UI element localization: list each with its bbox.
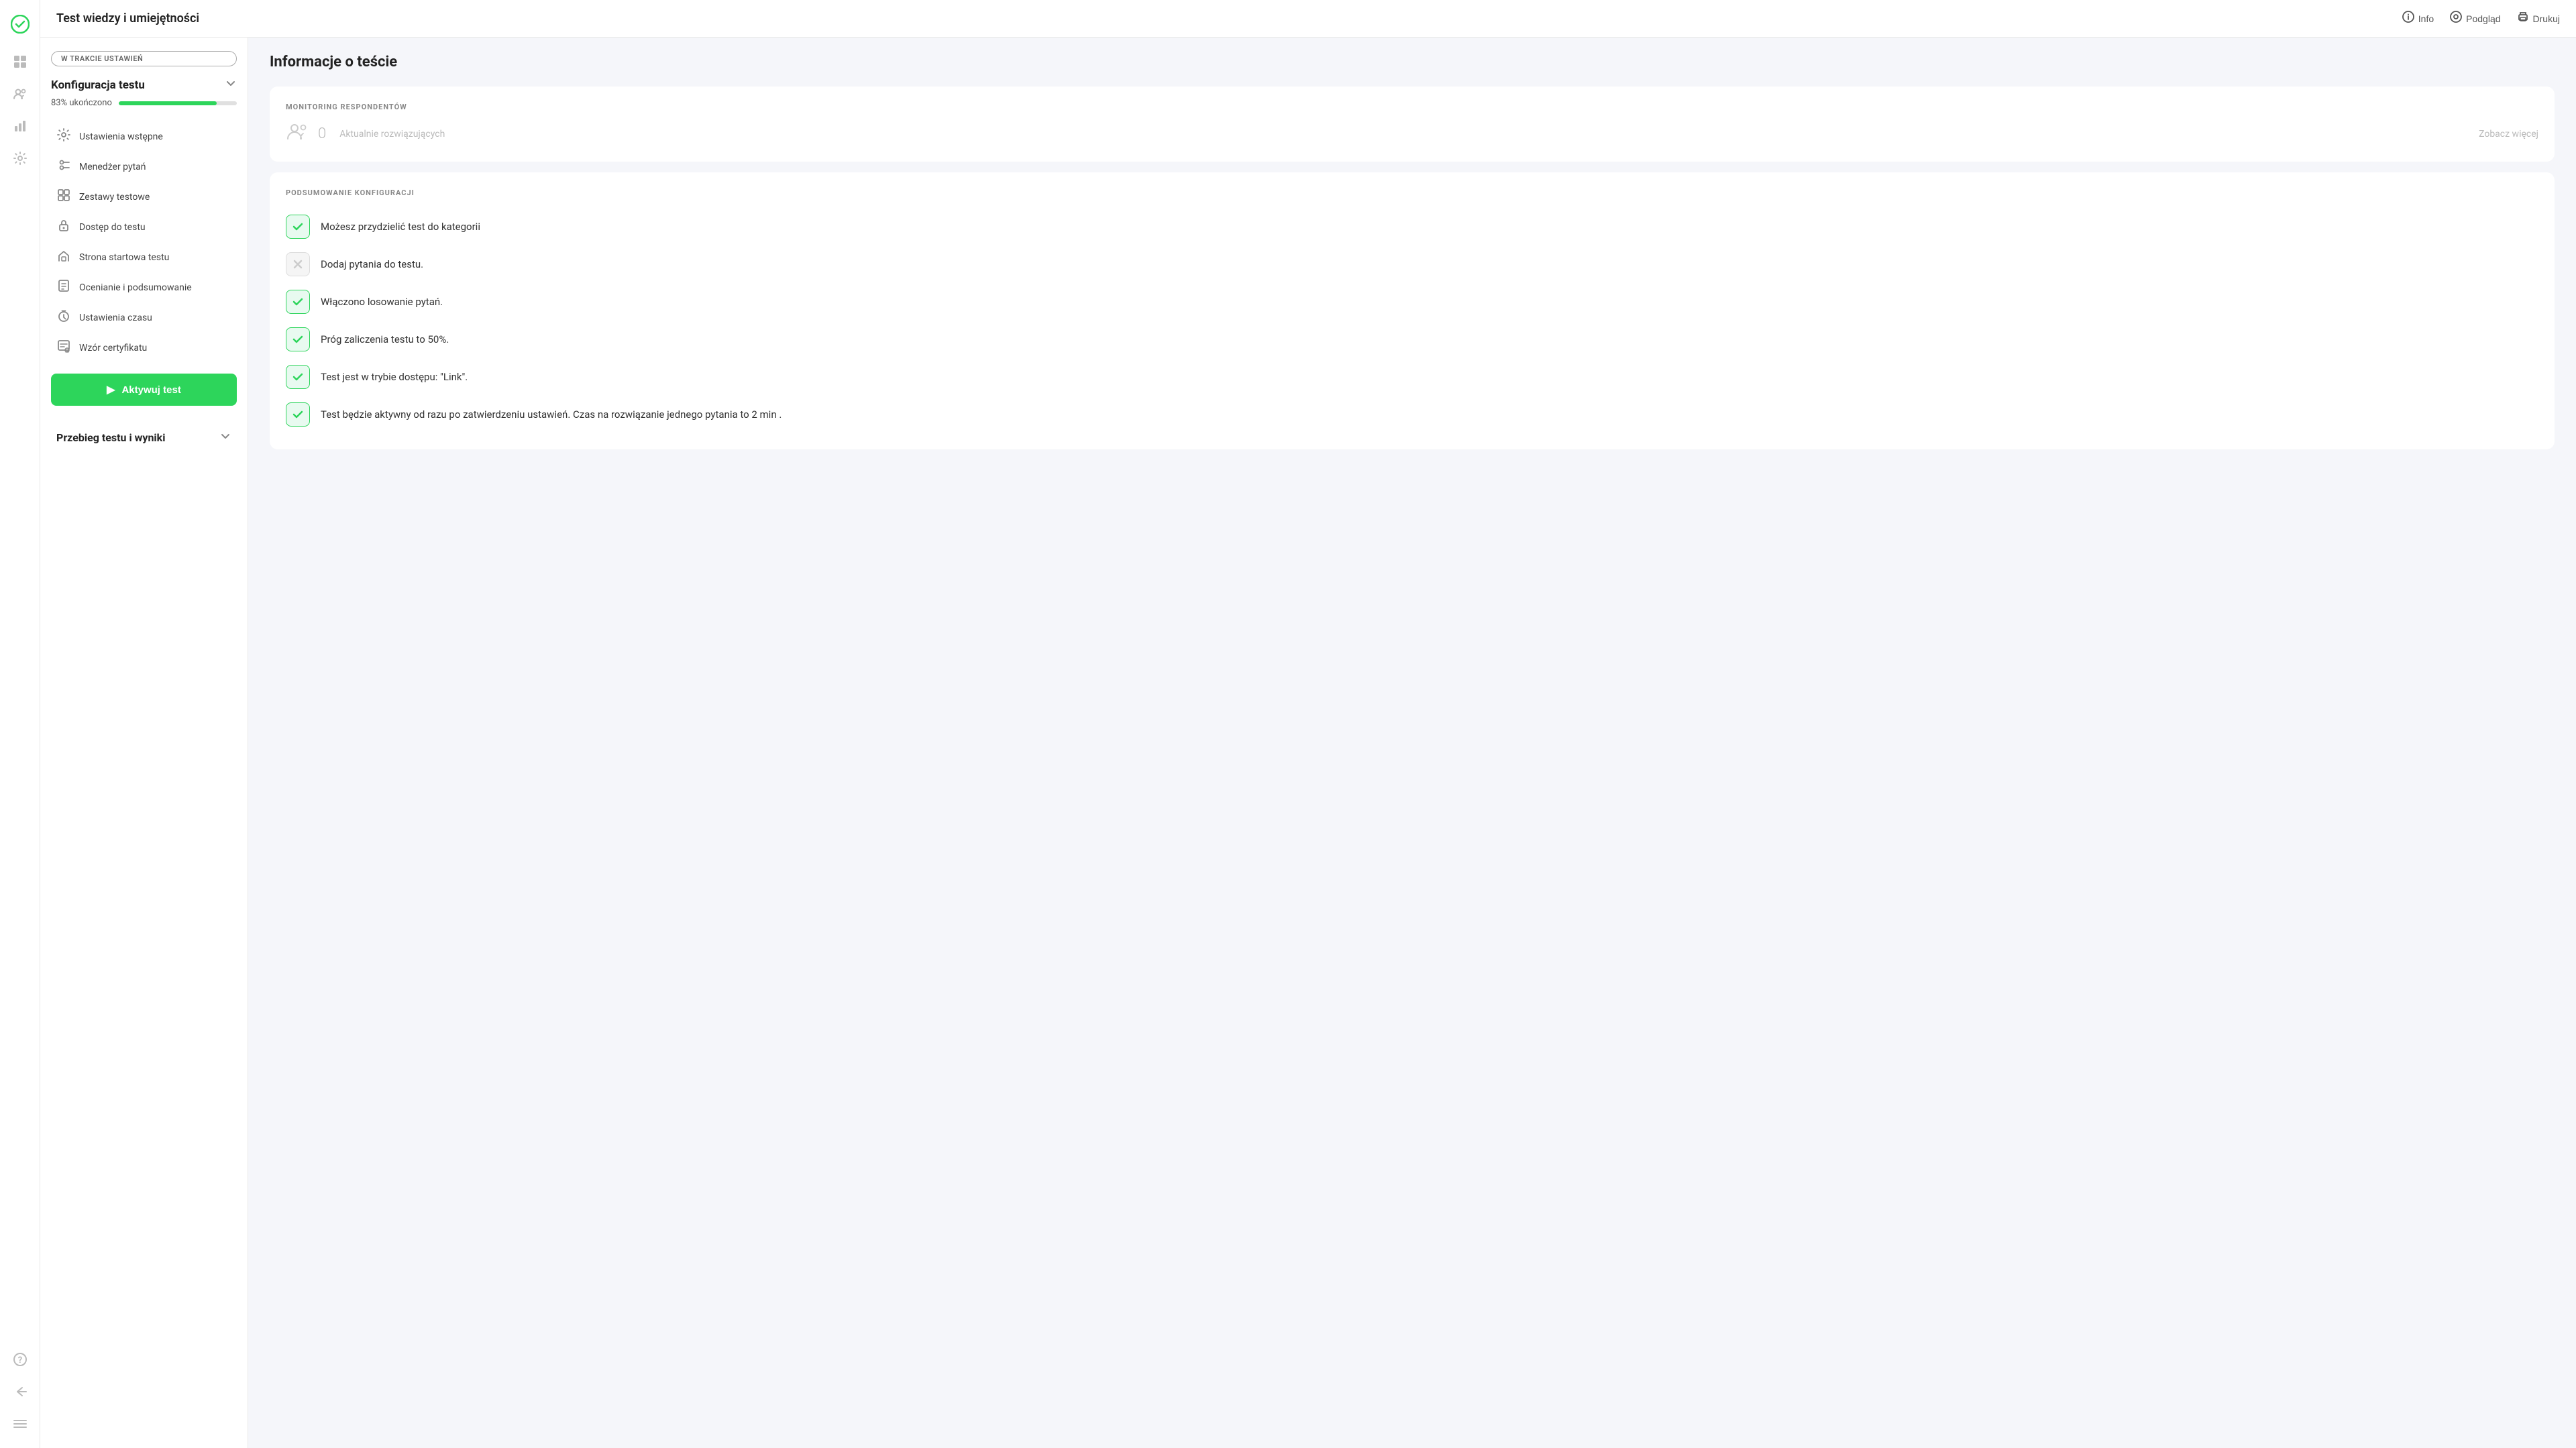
check-icon-5 bbox=[286, 402, 310, 427]
nav-item-certyfikatu[interactable]: Wzór certyfikatu bbox=[51, 333, 237, 363]
preview-label: Podgląd bbox=[2466, 13, 2500, 24]
nav-icon-menedzer bbox=[56, 158, 71, 175]
summary-item-3: Próg zaliczenia testu to 50%. bbox=[286, 321, 2538, 358]
results-title: Przebieg testu i wyniki bbox=[56, 431, 165, 444]
nav-icon-zestawy bbox=[56, 188, 71, 205]
monitoring-left: 0 Aktualnie rozwiązujących bbox=[286, 122, 445, 146]
right-panel-title: Informacje o teście bbox=[270, 54, 2555, 70]
grid-icon[interactable] bbox=[7, 48, 34, 75]
preview-icon bbox=[2450, 11, 2462, 26]
logo-icon[interactable] bbox=[7, 11, 34, 38]
top-header: Test wiedzy i umiejętności Info bbox=[40, 0, 2576, 38]
summary-text-1: Dodaj pytania do testu. bbox=[321, 258, 423, 270]
progress-row: 83% ukończono bbox=[51, 98, 237, 108]
monitoring-label: MONITORING RESPONDENTÓW bbox=[286, 103, 2538, 111]
nav-label-zestawy: Zestawy testowe bbox=[79, 192, 150, 203]
results-chevron-icon[interactable] bbox=[219, 430, 231, 445]
nav-label-certyfikatu: Wzór certyfikatu bbox=[79, 343, 147, 353]
nav-icon-ustawienia bbox=[56, 128, 71, 145]
chart-icon[interactable] bbox=[7, 113, 34, 140]
activate-button[interactable]: ▶ Aktywuj test bbox=[51, 374, 237, 406]
users-icon[interactable] bbox=[7, 80, 34, 107]
summary-card: PODSUMOWANIE KONFIGURACJI Możesz przydzi… bbox=[270, 172, 2555, 449]
activate-label: Aktywuj test bbox=[121, 384, 180, 396]
nav-item-ocenianie[interactable]: Ocenianie i podsumowanie bbox=[51, 272, 237, 302]
monitoring-card: MONITORING RESPONDENTÓW 0 Aktual bbox=[270, 87, 2555, 162]
nav-label-dostep: Dostęp do testu bbox=[79, 222, 146, 233]
nav-items: Ustawienia wstępne Menedżer pytań bbox=[51, 121, 237, 363]
summary-item-4: Test jest w trybie dostępu: "Link". bbox=[286, 358, 2538, 396]
summary-text-4: Test jest w trybie dostępu: "Link". bbox=[321, 371, 468, 383]
main-container: Test wiedzy i umiejętności Info bbox=[40, 0, 2576, 1448]
print-label: Drukuj bbox=[2533, 13, 2560, 24]
info-label: Info bbox=[2418, 13, 2434, 24]
summary-item-0: Możesz przydzielić test do kategorii bbox=[286, 208, 2538, 245]
page-title: Test wiedzy i umiejętności bbox=[56, 11, 199, 25]
play-icon: ▶ bbox=[107, 383, 115, 396]
summary-text-0: Możesz przydzielić test do kategorii bbox=[321, 221, 480, 233]
back-icon[interactable] bbox=[7, 1378, 34, 1405]
check-icon-4 bbox=[286, 365, 310, 389]
config-section-header: Konfiguracja testu bbox=[51, 77, 237, 93]
content-area: W TRAKCIE USTAWIEŃ Konfiguracja testu 83… bbox=[40, 38, 2576, 1448]
nav-icon-startowa bbox=[56, 249, 71, 266]
help-icon[interactable]: ? bbox=[7, 1346, 34, 1373]
config-chevron-icon[interactable] bbox=[225, 77, 237, 93]
status-badge: W TRAKCIE USTAWIEŃ bbox=[51, 51, 237, 66]
summary-item-2: Włączono losowanie pytań. bbox=[286, 283, 2538, 321]
summary-item-1: Dodaj pytania do testu. bbox=[286, 245, 2538, 283]
summary-item-5: Test będzie aktywny od razu po zatwierdz… bbox=[286, 396, 2538, 433]
summary-label: PODSUMOWANIE KONFIGURACJI bbox=[286, 188, 2538, 197]
sidebar-icons-panel: ? bbox=[0, 0, 40, 1448]
nav-item-zestawy[interactable]: Zestawy testowe bbox=[51, 182, 237, 212]
check-icon-1 bbox=[286, 252, 310, 276]
progress-bar-fill bbox=[119, 101, 217, 105]
summary-text-3: Próg zaliczenia testu to 50%. bbox=[321, 333, 449, 345]
nav-icon-dostep bbox=[56, 219, 71, 235]
results-section-header: Przebieg testu i wyniki bbox=[51, 416, 237, 445]
check-icon-3 bbox=[286, 327, 310, 351]
collapse-icon[interactable] bbox=[7, 1410, 34, 1437]
nav-item-dostep[interactable]: Dostęp do testu bbox=[51, 212, 237, 242]
check-icon-0 bbox=[286, 215, 310, 239]
summary-text-2: Włączono losowanie pytań. bbox=[321, 296, 443, 308]
nav-icon-certyfikatu bbox=[56, 339, 71, 356]
monitoring-text: Aktualnie rozwiązujących bbox=[339, 129, 445, 140]
right-panel: Informacje o teście MONITORING RESPONDEN… bbox=[248, 38, 2576, 1448]
preview-button[interactable]: Podgląd bbox=[2450, 11, 2500, 26]
monitoring-users-icon bbox=[286, 122, 310, 146]
nav-item-startowa[interactable]: Strona startowa testu bbox=[51, 242, 237, 272]
nav-label-menedzer: Menedżer pytań bbox=[79, 162, 146, 172]
info-icon bbox=[2402, 11, 2414, 26]
summary-text-5: Test będzie aktywny od razu po zatwierdz… bbox=[321, 408, 782, 421]
info-button[interactable]: Info bbox=[2402, 11, 2434, 26]
nav-label-startowa: Strona startowa testu bbox=[79, 252, 169, 263]
nav-item-menedzer[interactable]: Menedżer pytań bbox=[51, 152, 237, 182]
left-panel: W TRAKCIE USTAWIEŃ Konfiguracja testu 83… bbox=[40, 38, 248, 1448]
check-icon-2 bbox=[286, 290, 310, 314]
print-icon bbox=[2517, 11, 2529, 26]
see-more-link[interactable]: Zobacz więcej bbox=[2479, 129, 2538, 140]
nav-item-czasu[interactable]: Ustawienia czasu bbox=[51, 302, 237, 333]
nav-icon-ocenianie bbox=[56, 279, 71, 296]
settings-icon[interactable] bbox=[7, 145, 34, 172]
config-title: Konfiguracja testu bbox=[51, 78, 145, 92]
progress-label: 83% ukończono bbox=[51, 98, 112, 108]
progress-bar-track bbox=[119, 101, 237, 105]
monitoring-count: 0 bbox=[318, 125, 326, 142]
monitoring-row: 0 Aktualnie rozwiązujących Zobacz więcej bbox=[286, 122, 2538, 146]
nav-label-ustawienia: Ustawienia wstępne bbox=[79, 131, 163, 142]
nav-item-ustawienia[interactable]: Ustawienia wstępne bbox=[51, 121, 237, 152]
header-actions: Info Podgląd bbox=[2402, 11, 2560, 26]
nav-icon-czasu bbox=[56, 309, 71, 326]
svg-text:?: ? bbox=[17, 1355, 21, 1366]
nav-label-ocenianie: Ocenianie i podsumowanie bbox=[79, 282, 192, 293]
nav-label-czasu: Ustawienia czasu bbox=[79, 313, 152, 323]
print-button[interactable]: Drukuj bbox=[2517, 11, 2560, 26]
